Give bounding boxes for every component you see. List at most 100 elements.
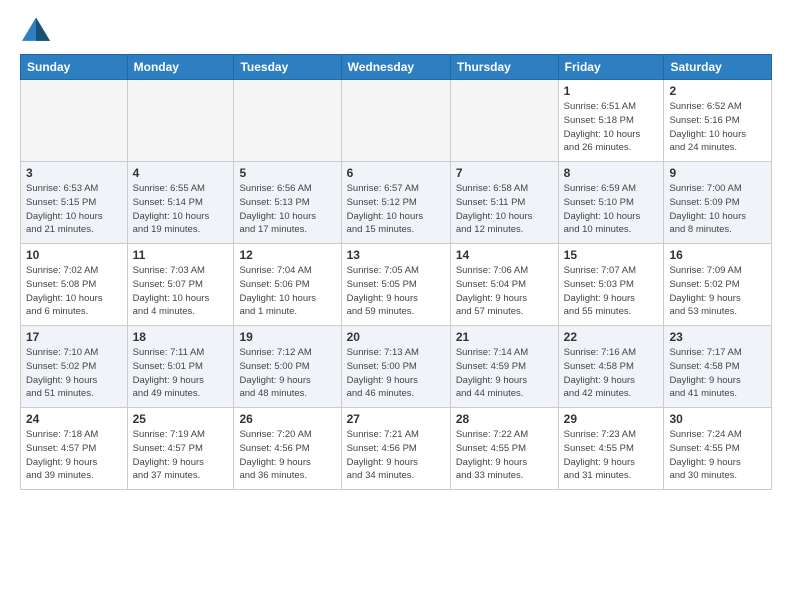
day-cell xyxy=(21,80,128,162)
day-number: 15 xyxy=(564,248,659,262)
day-number: 7 xyxy=(456,166,553,180)
day-cell: 10Sunrise: 7:02 AM Sunset: 5:08 PM Dayli… xyxy=(21,244,128,326)
day-info: Sunrise: 7:11 AM Sunset: 5:01 PM Dayligh… xyxy=(133,346,229,401)
week-row-2: 3 Sunrise: 6:53 AM Sunset: 5:15 PM Daylig… xyxy=(21,162,772,244)
day-number: 23 xyxy=(669,330,766,344)
day-cell xyxy=(234,80,341,162)
day-info: Sunrise: 7:10 AM Sunset: 5:02 PM Dayligh… xyxy=(26,346,122,401)
header xyxy=(20,16,772,44)
day-cell xyxy=(450,80,558,162)
day-header-saturday: Saturday xyxy=(664,55,772,80)
day-cell: 21 Sunrise: 7:14 AM Sunset: 4:59 PM Dayli… xyxy=(450,326,558,408)
day-cell: 20Sunrise: 7:13 AM Sunset: 5:00 PM Dayli… xyxy=(341,326,450,408)
day-number: 1 xyxy=(564,84,659,98)
day-info: Sunrise: 6:56 AM Sunset: 5:13 PM Dayligh… xyxy=(239,182,335,237)
day-number: 27 xyxy=(347,412,445,426)
day-number: 4 xyxy=(133,166,229,180)
day-cell: 15 Sunrise: 7:07 AM Sunset: 5:03 PM Dayli… xyxy=(558,244,664,326)
day-info: Sunrise: 7:17 AM Sunset: 4:58 PM Dayligh… xyxy=(669,346,766,401)
day-cell: 14Sunrise: 7:06 AM Sunset: 5:04 PM Dayli… xyxy=(450,244,558,326)
day-info: Sunrise: 7:12 AM Sunset: 5:00 PM Dayligh… xyxy=(239,346,335,401)
day-cell xyxy=(341,80,450,162)
day-number: 3 xyxy=(26,166,122,180)
day-number: 17 xyxy=(26,330,122,344)
day-number: 8 xyxy=(564,166,659,180)
day-cell: 3 Sunrise: 6:53 AM Sunset: 5:15 PM Daylig… xyxy=(21,162,128,244)
day-info: Sunrise: 7:21 AM Sunset: 4:56 PM Dayligh… xyxy=(347,428,445,483)
day-header-sunday: Sunday xyxy=(21,55,128,80)
week-row-4: 17 Sunrise: 7:10 AM Sunset: 5:02 PM Dayli… xyxy=(21,326,772,408)
page: SundayMondayTuesdayWednesdayThursdayFrid… xyxy=(0,0,792,500)
day-info: Sunrise: 7:04 AM Sunset: 5:06 PM Dayligh… xyxy=(239,264,335,319)
calendar-body: 1 Sunrise: 6:51 AM Sunset: 5:18 PM Daylig… xyxy=(21,80,772,490)
day-number: 21 xyxy=(456,330,553,344)
day-number: 6 xyxy=(347,166,445,180)
day-cell: 29 Sunrise: 7:23 AM Sunset: 4:55 PM Dayli… xyxy=(558,408,664,490)
calendar-header: SundayMondayTuesdayWednesdayThursdayFrid… xyxy=(21,55,772,80)
header-row: SundayMondayTuesdayWednesdayThursdayFrid… xyxy=(21,55,772,80)
day-number: 13 xyxy=(347,248,445,262)
day-header-monday: Monday xyxy=(127,55,234,80)
day-info: Sunrise: 6:51 AM Sunset: 5:18 PM Dayligh… xyxy=(564,100,659,155)
day-info: Sunrise: 7:02 AM Sunset: 5:08 PM Dayligh… xyxy=(26,264,122,319)
week-row-1: 1 Sunrise: 6:51 AM Sunset: 5:18 PM Daylig… xyxy=(21,80,772,162)
day-info: Sunrise: 7:16 AM Sunset: 4:58 PM Dayligh… xyxy=(564,346,659,401)
day-header-wednesday: Wednesday xyxy=(341,55,450,80)
day-info: Sunrise: 7:07 AM Sunset: 5:03 PM Dayligh… xyxy=(564,264,659,319)
day-cell: 17 Sunrise: 7:10 AM Sunset: 5:02 PM Dayli… xyxy=(21,326,128,408)
day-cell: 6 Sunrise: 6:57 AM Sunset: 5:12 PM Daylig… xyxy=(341,162,450,244)
day-info: Sunrise: 6:57 AM Sunset: 5:12 PM Dayligh… xyxy=(347,182,445,237)
day-number: 11 xyxy=(133,248,229,262)
day-info: Sunrise: 7:19 AM Sunset: 4:57 PM Dayligh… xyxy=(133,428,229,483)
day-cell: 4Sunrise: 6:55 AM Sunset: 5:14 PM Daylig… xyxy=(127,162,234,244)
logo-icon xyxy=(20,16,52,44)
day-cell: 7 Sunrise: 6:58 AM Sunset: 5:11 PM Daylig… xyxy=(450,162,558,244)
day-cell: 5 Sunrise: 6:56 AM Sunset: 5:13 PM Daylig… xyxy=(234,162,341,244)
day-cell: 8 Sunrise: 6:59 AM Sunset: 5:10 PM Daylig… xyxy=(558,162,664,244)
day-number: 29 xyxy=(564,412,659,426)
day-number: 2 xyxy=(669,84,766,98)
day-cell: 1 Sunrise: 6:51 AM Sunset: 5:18 PM Daylig… xyxy=(558,80,664,162)
day-info: Sunrise: 6:59 AM Sunset: 5:10 PM Dayligh… xyxy=(564,182,659,237)
day-info: Sunrise: 7:23 AM Sunset: 4:55 PM Dayligh… xyxy=(564,428,659,483)
day-number: 25 xyxy=(133,412,229,426)
day-cell xyxy=(127,80,234,162)
day-cell: 2 Sunrise: 6:52 AM Sunset: 5:16 PM Daylig… xyxy=(664,80,772,162)
week-row-5: 24 Sunrise: 7:18 AM Sunset: 4:57 PM Dayli… xyxy=(21,408,772,490)
day-number: 22 xyxy=(564,330,659,344)
day-info: Sunrise: 7:14 AM Sunset: 4:59 PM Dayligh… xyxy=(456,346,553,401)
logo-area xyxy=(20,16,56,44)
day-cell: 11 Sunrise: 7:03 AM Sunset: 5:07 PM Dayli… xyxy=(127,244,234,326)
day-info: Sunrise: 7:05 AM Sunset: 5:05 PM Dayligh… xyxy=(347,264,445,319)
day-number: 5 xyxy=(239,166,335,180)
day-cell: 28Sunrise: 7:22 AM Sunset: 4:55 PM Dayli… xyxy=(450,408,558,490)
day-info: Sunrise: 7:00 AM Sunset: 5:09 PM Dayligh… xyxy=(669,182,766,237)
day-cell: 12Sunrise: 7:04 AM Sunset: 5:06 PM Dayli… xyxy=(234,244,341,326)
day-info: Sunrise: 7:09 AM Sunset: 5:02 PM Dayligh… xyxy=(669,264,766,319)
day-number: 30 xyxy=(669,412,766,426)
day-header-friday: Friday xyxy=(558,55,664,80)
day-cell: 30 Sunrise: 7:24 AM Sunset: 4:55 PM Dayli… xyxy=(664,408,772,490)
day-info: Sunrise: 7:13 AM Sunset: 5:00 PM Dayligh… xyxy=(347,346,445,401)
day-cell: 23 Sunrise: 7:17 AM Sunset: 4:58 PM Dayli… xyxy=(664,326,772,408)
day-number: 16 xyxy=(669,248,766,262)
week-row-3: 10Sunrise: 7:02 AM Sunset: 5:08 PM Dayli… xyxy=(21,244,772,326)
day-info: Sunrise: 7:03 AM Sunset: 5:07 PM Dayligh… xyxy=(133,264,229,319)
day-number: 9 xyxy=(669,166,766,180)
day-cell: 18 Sunrise: 7:11 AM Sunset: 5:01 PM Dayli… xyxy=(127,326,234,408)
day-info: Sunrise: 7:18 AM Sunset: 4:57 PM Dayligh… xyxy=(26,428,122,483)
day-header-tuesday: Tuesday xyxy=(234,55,341,80)
day-cell: 25 Sunrise: 7:19 AM Sunset: 4:57 PM Dayli… xyxy=(127,408,234,490)
day-cell: 24 Sunrise: 7:18 AM Sunset: 4:57 PM Dayli… xyxy=(21,408,128,490)
calendar: SundayMondayTuesdayWednesdayThursdayFrid… xyxy=(20,54,772,490)
day-info: Sunrise: 7:20 AM Sunset: 4:56 PM Dayligh… xyxy=(239,428,335,483)
day-info: Sunrise: 6:52 AM Sunset: 5:16 PM Dayligh… xyxy=(669,100,766,155)
day-info: Sunrise: 7:22 AM Sunset: 4:55 PM Dayligh… xyxy=(456,428,553,483)
day-number: 24 xyxy=(26,412,122,426)
day-info: Sunrise: 7:24 AM Sunset: 4:55 PM Dayligh… xyxy=(669,428,766,483)
day-info: Sunrise: 6:53 AM Sunset: 5:15 PM Dayligh… xyxy=(26,182,122,237)
day-number: 18 xyxy=(133,330,229,344)
day-info: Sunrise: 7:06 AM Sunset: 5:04 PM Dayligh… xyxy=(456,264,553,319)
day-header-thursday: Thursday xyxy=(450,55,558,80)
day-info: Sunrise: 6:58 AM Sunset: 5:11 PM Dayligh… xyxy=(456,182,553,237)
